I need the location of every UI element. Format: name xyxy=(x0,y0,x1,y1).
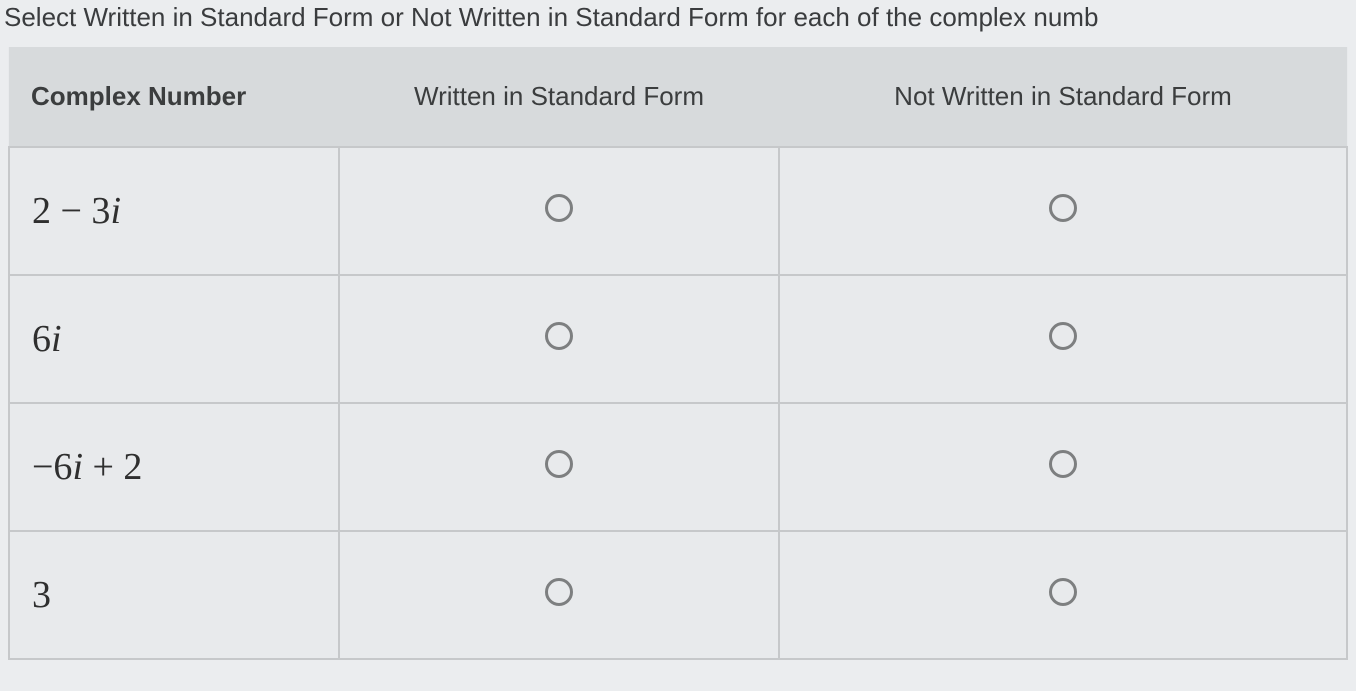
header-not-written-standard: Not Written in Standard Form xyxy=(779,47,1347,147)
radio-written-standard[interactable] xyxy=(545,450,573,478)
question-instruction: Select Written in Standard Form or Not W… xyxy=(0,0,1356,47)
table-row: 2 − 3i xyxy=(9,147,1347,275)
header-written-standard: Written in Standard Form xyxy=(339,47,779,147)
radio-not-written-standard[interactable] xyxy=(1049,194,1077,222)
complex-number-table: Complex Number Written in Standard Form … xyxy=(8,47,1348,660)
radio-not-written-standard[interactable] xyxy=(1049,578,1077,606)
radio-not-written-standard[interactable] xyxy=(1049,322,1077,350)
radio-written-standard[interactable] xyxy=(545,194,573,222)
header-complex-number: Complex Number xyxy=(9,47,339,147)
expression-cell: −6i + 2 xyxy=(9,403,339,531)
radio-written-standard[interactable] xyxy=(545,322,573,350)
expression-cell: 3 xyxy=(9,531,339,659)
expression-cell: 2 − 3i xyxy=(9,147,339,275)
table-row: 3 xyxy=(9,531,1347,659)
table-row: −6i + 2 xyxy=(9,403,1347,531)
table-row: 6i xyxy=(9,275,1347,403)
radio-not-written-standard[interactable] xyxy=(1049,450,1077,478)
table-body: 2 − 3i 6i −6i + 2 3 xyxy=(9,147,1347,659)
radio-written-standard[interactable] xyxy=(545,578,573,606)
expression-cell: 6i xyxy=(9,275,339,403)
